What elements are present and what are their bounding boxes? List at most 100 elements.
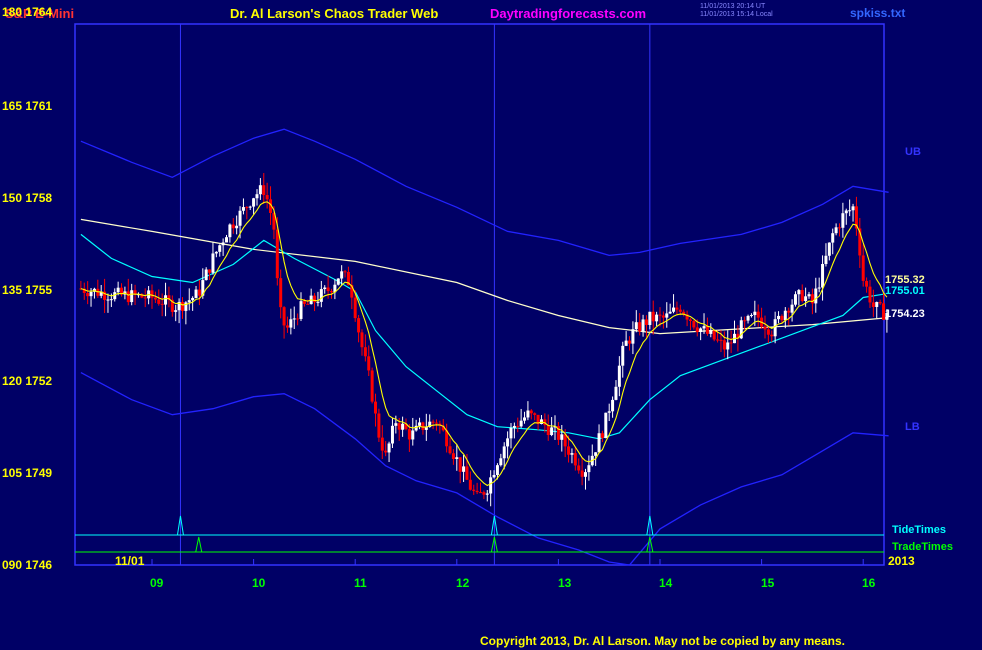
- x-tick-label: 12: [456, 576, 470, 590]
- price-bar-body: [465, 466, 469, 480]
- price-bar-body: [316, 301, 320, 303]
- price-bar-body: [878, 302, 882, 304]
- price-bar-body: [197, 289, 201, 296]
- price-bar-body: [241, 207, 245, 211]
- price-bar-body: [187, 300, 191, 303]
- upper-band-label: UB: [905, 146, 921, 158]
- price-bar-body: [726, 342, 730, 350]
- price-bar-body: [482, 492, 486, 495]
- price-bar-body: [451, 453, 455, 459]
- price-bar-body: [214, 251, 218, 254]
- price-bar-body: [628, 340, 632, 344]
- price-bar-body: [370, 370, 374, 402]
- price-bar-body: [499, 458, 503, 466]
- trade-times-label: TradeTimes: [892, 541, 953, 553]
- price-bar-body: [319, 289, 323, 302]
- price-bar-body: [377, 413, 381, 438]
- price-bar-body: [360, 332, 364, 348]
- price-bar-body: [587, 465, 591, 473]
- last-price-label: 1754.23: [885, 308, 925, 320]
- chart-canvas: [74, 23, 889, 566]
- price-bar-body: [766, 329, 770, 335]
- price-bar-body: [567, 446, 571, 455]
- price-bar-body: [248, 206, 252, 208]
- price-bar-body: [746, 315, 750, 321]
- price-bar-body: [570, 453, 574, 455]
- price-bar-body: [289, 319, 293, 328]
- price-bar-body: [126, 291, 130, 303]
- price-bar-body: [296, 318, 300, 320]
- price-bar-body: [374, 401, 378, 414]
- y-tick-label: 120 1752: [2, 374, 53, 388]
- price-bar-body: [668, 311, 672, 314]
- x-tick-label: 09: [150, 576, 164, 590]
- price-bar-body: [299, 301, 303, 319]
- price-bar-body: [245, 207, 249, 209]
- price-bar-body: [648, 311, 652, 325]
- price-bar-body: [292, 318, 296, 320]
- price-bar-body: [252, 198, 256, 207]
- price-bar-body: [157, 299, 161, 304]
- bands-layer: [80, 128, 889, 566]
- site-link[interactable]: Daytradingforecasts.com: [490, 6, 646, 21]
- price-bar-body: [797, 290, 801, 295]
- price-bar-body: [841, 213, 845, 228]
- price-bar-body: [827, 242, 831, 256]
- price-bar-body: [235, 225, 239, 229]
- price-bar-body: [418, 422, 422, 426]
- price-bar-body: [638, 322, 642, 332]
- x-tick-label: 14: [659, 576, 673, 590]
- price-bar-body: [709, 330, 713, 334]
- price-bar-body: [655, 314, 659, 322]
- price-bar-body: [611, 399, 615, 412]
- price-bar-body: [631, 329, 635, 344]
- price-bar-body: [228, 224, 232, 238]
- price-bar-body: [153, 297, 157, 300]
- price-bars-layer: [79, 173, 889, 507]
- price-bar-body: [204, 269, 208, 281]
- price-bar-body: [861, 255, 865, 281]
- price-bar-body: [282, 307, 286, 326]
- y-tick-label: 135 1755: [2, 283, 53, 297]
- price-bar-body: [780, 315, 784, 321]
- price-bar-body: [756, 311, 760, 318]
- x-tick-label: 10: [252, 576, 266, 590]
- price-bar-body: [479, 492, 483, 494]
- price-bar-body: [546, 425, 550, 436]
- price-bar-body: [221, 242, 225, 246]
- y-tick-label: 180 1764: [2, 5, 53, 19]
- price-bar-body: [434, 422, 438, 424]
- price-bar-body: [550, 427, 554, 436]
- price-bar-body: [421, 422, 425, 430]
- ema-price-label: 1755.01: [885, 285, 925, 297]
- file-name: spkiss.txt: [850, 6, 906, 20]
- price-bar-body: [262, 185, 266, 196]
- price-bar-body: [174, 310, 178, 312]
- price-bar-body: [495, 465, 499, 475]
- y-tick-label: 150 1758: [2, 191, 53, 205]
- price-bar-body: [208, 269, 212, 273]
- price-bar-body: [688, 319, 692, 321]
- price-bar-body: [617, 365, 621, 387]
- price-bar-body: [831, 233, 835, 243]
- price-bar-body: [285, 325, 289, 328]
- price-bar-body: [600, 433, 604, 438]
- price-bar-body: [238, 210, 242, 226]
- price-bar-body: [672, 307, 676, 312]
- x-tick-label: 15: [761, 576, 775, 590]
- price-bar-body: [275, 229, 279, 279]
- price-bar-body: [573, 453, 577, 466]
- price-bar-body: [533, 413, 537, 415]
- price-bar-body: [336, 278, 340, 285]
- price-bar-body: [851, 206, 855, 211]
- price-bar-body: [225, 237, 229, 243]
- price-bar-body: [160, 303, 164, 305]
- price-bar-body: [800, 290, 804, 301]
- y-tick-label: 165 1761: [2, 99, 53, 113]
- price-bar-body: [699, 328, 703, 332]
- price-bar-body: [817, 287, 821, 289]
- price-bar-body: [597, 433, 601, 453]
- price-bar-body: [306, 303, 310, 305]
- price-bar-body: [702, 326, 706, 329]
- price-bar-body: [871, 302, 875, 307]
